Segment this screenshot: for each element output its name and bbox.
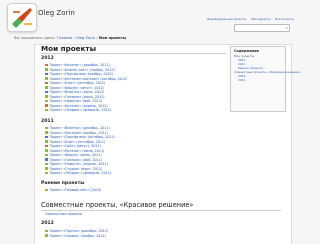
breadcrumb-prefix: Вы находитесь здесь:: [14, 36, 57, 40]
project-link[interactable]: Проект «Интернет-магазин» (октябрь, 2012…: [50, 77, 128, 81]
breadcrumb-home[interactable]: Главная: [57, 36, 73, 40]
project-link[interactable]: Проект «Каталог» (декабрь, 2012): [50, 63, 110, 67]
project-list-item[interactable]: Проект «Первый сайт» (2010): [45, 188, 101, 193]
project-list-joint-2012: Проект «Портал» (декабрь, 2012) Проект «С…: [45, 229, 108, 238]
project-list-2012: Проект «Каталог» (декабрь, 2012) Проект «…: [45, 63, 127, 113]
project-bullet-icon: [45, 90, 48, 93]
breadcrumb-current: Мои проекты: [98, 36, 127, 40]
project-bullet-icon: [45, 108, 48, 111]
project-bullet-icon: [45, 126, 48, 129]
project-bullet-icon: [45, 131, 48, 134]
breadcrumb-user[interactable]: Oleg Zorin: [76, 36, 95, 40]
project-link[interactable]: Проект «Визитка» (декабрь, 2011): [50, 126, 110, 130]
project-bullet-icon: [45, 135, 48, 138]
project-list-2011: Проект «Визитка» (декабрь, 2011) Проект «…: [45, 126, 115, 176]
project-list-early: Проект «Первый сайт» (2010): [45, 188, 101, 193]
project-bullet-icon: [45, 72, 48, 75]
project-link[interactable]: Проект «Новости» (май, 2012): [50, 99, 103, 103]
paintbrush-logo-icon: [10, 6, 34, 28]
project-link[interactable]: Проект «Первый сайт» (2010): [50, 188, 102, 192]
title-divider: [41, 53, 226, 54]
joint-year-heading-2012: 2012: [41, 221, 54, 226]
project-bullet-icon: [45, 158, 48, 161]
project-link[interactable]: Проект «Студия» (март, 2011): [50, 167, 103, 171]
project-bullet-icon: [45, 63, 48, 66]
page-title: Мои проекты: [41, 44, 97, 53]
year-heading-2012: 2012: [41, 56, 54, 61]
project-list-item[interactable]: Проект «Сервис» (ноябрь, 2012): [45, 234, 108, 239]
project-bullet-icon: [45, 229, 48, 232]
project-bullet-icon: [45, 162, 48, 165]
project-bullet-icon: [45, 234, 48, 237]
project-link[interactable]: Проект «Каталог» (апрель, 2012): [50, 104, 108, 108]
table-of-contents: Содержание Мои проекты 2012 2011 Ранние про…: [230, 46, 301, 112]
project-link[interactable]: Проект «Блог» (сентябрь, 2012): [50, 81, 106, 85]
site-title[interactable]: Oleg Zorin: [38, 9, 75, 17]
joint-projects-link[interactable]: Совместные проекты: [45, 212, 82, 216]
project-bullet-icon: [45, 95, 48, 98]
project-link[interactable]: Проект «Галерея» (май, 2011): [50, 158, 103, 162]
project-link[interactable]: Проект «Лендинг» (февраль, 2012): [50, 108, 112, 112]
project-bullet-icon: [45, 81, 48, 84]
project-link[interactable]: Проект «Портфолио» (октябрь, 2011): [50, 135, 115, 139]
joint-projects-heading: Совместные проекты, «Красивое решение»: [41, 201, 194, 209]
project-link[interactable]: Проект «Бизнес-сайт» (ноябрь, 2012): [50, 68, 115, 72]
project-link[interactable]: Проект «Новости» (апрель, 2011): [50, 162, 108, 166]
toc-heading: Содержание: [234, 49, 259, 53]
project-bullet-icon: [45, 149, 48, 152]
site-logo[interactable]: [7, 3, 37, 32]
top-link-individual[interactable]: Индивидуальные проекты: [207, 17, 246, 21]
search-icon[interactable]: ⌕: [286, 25, 288, 31]
project-bullet-icon: [45, 144, 48, 147]
top-nav: Индивидуальные проекты Мои проекты Все п…: [203, 17, 294, 21]
project-bullet-icon: [45, 104, 48, 107]
project-link[interactable]: Проект «Визитка» (июль, 2012): [50, 90, 105, 94]
project-link[interactable]: Проект «Лендинг» (февраль, 2011): [50, 171, 112, 175]
project-link[interactable]: Проект «Магазин» (ноябрь, 2011): [50, 131, 109, 135]
project-link[interactable]: Проект «Галерея» (июнь, 2012): [50, 95, 105, 99]
project-bullet-icon: [45, 140, 48, 143]
site-header: Oleg Zorin Индивидуальные проекты Мои пр…: [0, 0, 300, 34]
toc-item[interactable]: 2011: [238, 78, 285, 82]
top-link-my-projects[interactable]: Мои проекты: [251, 17, 270, 21]
project-bullet-icon: [45, 77, 48, 80]
early-projects-heading: Ранние проекты: [41, 181, 85, 186]
project-bullet-icon: [45, 86, 48, 89]
project-bullet-icon: [45, 153, 48, 156]
joint-divider: [41, 210, 281, 211]
project-link[interactable]: Проект «Каталог» (июль, 2011): [50, 149, 105, 153]
search-input[interactable]: ⌕: [234, 24, 290, 32]
project-list-item[interactable]: Проект «Лендинг» (февраль, 2011): [45, 171, 115, 176]
project-link[interactable]: Проект «Портфолио» (ноябрь, 2012): [50, 72, 114, 76]
project-bullet-icon: [45, 188, 48, 191]
project-link[interactable]: Проект «Сервис» (ноябрь, 2012): [50, 234, 106, 238]
project-bullet-icon: [45, 68, 48, 71]
project-link[interactable]: Проект «Форум» (август, 2012): [50, 86, 104, 90]
project-bullet-icon: [45, 99, 48, 102]
project-bullet-icon: [45, 171, 48, 174]
project-link[interactable]: Проект «Сайт» (август, 2011): [50, 144, 101, 148]
breadcrumb: Вы находитесь здесь: Главная › Oleg Zori…: [14, 36, 127, 40]
project-list-item[interactable]: Проект «Лендинг» (февраль, 2012): [45, 108, 127, 113]
main-content: Мои проекты 2012 Проект «Каталог» (декаб…: [34, 44, 301, 244]
toc-items: Мои проекты 2012 2011 Ранние проекты Совмест…: [231, 54, 301, 82]
project-link[interactable]: Проект «Портал» (декабрь, 2012): [50, 229, 109, 233]
project-link[interactable]: Проект «Блог» (сентябрь, 2011): [50, 140, 106, 144]
project-bullet-icon: [45, 167, 48, 170]
year-heading-2011: 2011: [41, 119, 54, 124]
project-link[interactable]: Проект «Форум» (июнь, 2011): [50, 153, 102, 157]
top-link-all-projects[interactable]: Все проекты: [275, 17, 294, 21]
